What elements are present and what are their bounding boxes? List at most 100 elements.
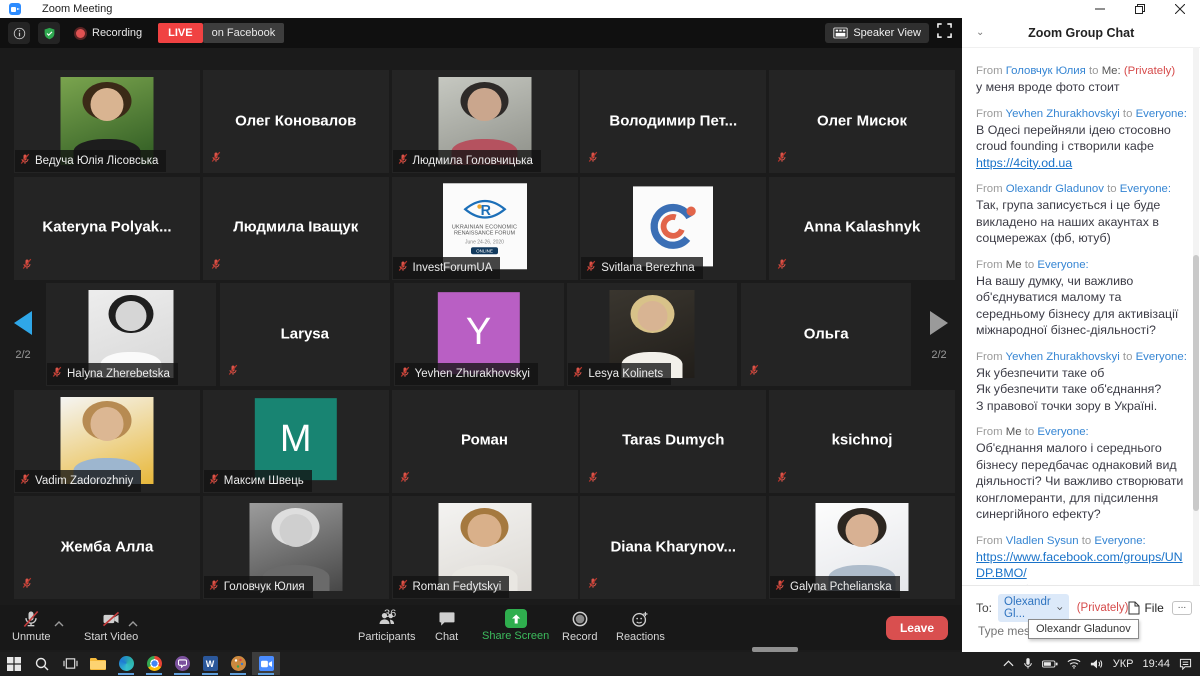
- unmute-button[interactable]: Unmute: [12, 609, 51, 643]
- chat-button[interactable]: Chat: [435, 609, 458, 643]
- participant-tile[interactable]: Жемба Алла: [14, 496, 200, 599]
- participant-tile[interactable]: Роман: [392, 390, 578, 493]
- participant-tile[interactable]: Ольга: [741, 283, 911, 386]
- word-icon[interactable]: W: [196, 652, 224, 675]
- palette-app-icon[interactable]: [224, 652, 252, 675]
- sender-name: Головчук Юлия: [1006, 65, 1086, 77]
- participant-name: Diana Kharynov...: [580, 538, 766, 555]
- participant-tile[interactable]: Halyna Zherebetska: [46, 283, 216, 386]
- muted-mic-icon: [748, 363, 760, 381]
- encryption-shield-icon[interactable]: [38, 22, 60, 44]
- tray-battery-icon[interactable]: [1042, 659, 1058, 669]
- participant-tile[interactable]: Олег Мисюк: [769, 70, 955, 173]
- reactions-button[interactable]: Reactions: [616, 609, 665, 643]
- tray-wifi-icon[interactable]: [1067, 658, 1081, 669]
- file-button[interactable]: File: [1128, 601, 1163, 615]
- chat-message-line: у меня вроде фото стоит: [976, 79, 1189, 96]
- participant-tile[interactable]: Diana Kharynov...: [580, 496, 766, 599]
- action-center-icon[interactable]: [1179, 658, 1192, 670]
- language-indicator[interactable]: УКР: [1113, 658, 1134, 670]
- tray-expand-icon[interactable]: [1003, 660, 1014, 667]
- privately-tag: (Privately): [1124, 65, 1175, 77]
- chat-link[interactable]: https://4city.od.ua: [976, 156, 1072, 170]
- search-icon[interactable]: [28, 652, 56, 675]
- participant-name: Людмила Головчицька: [413, 155, 533, 167]
- restore-button[interactable]: [1120, 0, 1160, 18]
- muted-mic-icon: [227, 363, 239, 381]
- participant-tile[interactable]: RUKRAINIAN ECONOMICRENAISSANCE FORUMJune…: [392, 177, 578, 280]
- participant-tile[interactable]: Vadim Zadorozhniy: [14, 390, 200, 493]
- chat-message-line: Об'єднання малого і середнього бізнесу п…: [976, 440, 1189, 523]
- chat-title: Zoom Group Chat: [984, 26, 1178, 40]
- recipient-dropdown[interactable]: Olexandr Gl...: [998, 594, 1069, 622]
- photo-face: [90, 88, 123, 121]
- muted-mic-icon: [208, 472, 220, 490]
- chat-scrollbar[interactable]: [1193, 47, 1199, 603]
- chat-text: З правової точки зору в Україні.: [976, 399, 1157, 413]
- participant-tile[interactable]: Людмила Головчицька: [392, 70, 578, 173]
- audio-options-caret[interactable]: [54, 614, 64, 632]
- chat-message-header: From Vladlen Sysun to Everyone:: [976, 534, 1189, 549]
- chat-scrollbar-thumb[interactable]: [1193, 255, 1199, 511]
- more-options-button[interactable]: ...: [1172, 601, 1192, 615]
- photo-face: [279, 514, 312, 547]
- participant-tile[interactable]: Ведуча Юлія Лісовська: [14, 70, 200, 173]
- participant-tile[interactable]: Larysa: [220, 283, 390, 386]
- zoom-taskbar-icon[interactable]: [252, 652, 280, 675]
- tray-mic-icon[interactable]: [1023, 657, 1033, 670]
- camera-off-icon: [100, 609, 122, 629]
- zoom-app-window: Zoom Meeting Recording LIVE on Facebook …: [0, 0, 1200, 675]
- photo-face: [468, 88, 501, 121]
- record-button[interactable]: Record: [562, 609, 597, 643]
- participants-button[interactable]: 36 Participants: [358, 609, 415, 643]
- chat-message-header: From Yevhen Zhurakhovskyi to Everyone:: [976, 107, 1189, 122]
- chat-message-line: https://www.facebook.com/groups/UNDP.BMO…: [976, 549, 1189, 582]
- chat-link[interactable]: https://www.facebook.com/groups/UNDP.BMO…: [976, 550, 1183, 581]
- sender-name: Yevhen Zhurakhovskyi: [1006, 108, 1120, 120]
- speaker-view-button[interactable]: Speaker View: [825, 23, 929, 43]
- leave-button[interactable]: Leave: [886, 616, 948, 640]
- participant-tile[interactable]: Galyna Pchelianska: [769, 496, 955, 599]
- fullscreen-icon[interactable]: [937, 23, 952, 43]
- participant-name: Roman Fedytskyi: [413, 581, 502, 593]
- participant-tile[interactable]: Kateryna Polyak...: [14, 177, 200, 280]
- participant-tile[interactable]: Людмила Іващук: [203, 177, 389, 280]
- clock[interactable]: 19:44: [1142, 658, 1170, 670]
- participant-tile[interactable]: Roman Fedytskyi: [392, 496, 578, 599]
- participant-tile[interactable]: YYevhen Zhurakhovskyi: [394, 283, 564, 386]
- previous-page-button[interactable]: 2/2: [0, 283, 46, 386]
- share-screen-button[interactable]: Share Screen: [482, 609, 549, 642]
- participant-tile[interactable]: ksichnoj: [769, 390, 955, 493]
- participant-tile[interactable]: Олег Коновалов: [203, 70, 389, 173]
- participant-name: Людмила Іващук: [203, 219, 389, 236]
- task-view-icon[interactable]: [56, 652, 84, 675]
- chevron-down-icon: [1057, 606, 1063, 611]
- viber-icon[interactable]: [168, 652, 196, 675]
- participant-name: Halyna Zherebetska: [67, 368, 170, 380]
- recipient-name: Everyone:: [1136, 108, 1187, 120]
- meeting-area: Recording LIVE on Facebook Speaker View …: [0, 18, 962, 652]
- participant-tile[interactable]: Володимир Пет...: [580, 70, 766, 173]
- chevron-down-icon[interactable]: ⌄: [976, 27, 984, 38]
- edge-browser-icon[interactable]: [112, 652, 140, 675]
- close-button[interactable]: [1160, 0, 1200, 18]
- participant-tile[interactable]: Svitlana Berezhna: [580, 177, 766, 280]
- tray-volume-icon[interactable]: [1090, 658, 1104, 670]
- participant-tile[interactable]: MМаксим Швець: [203, 390, 389, 493]
- participant-name: Taras Dumych: [580, 432, 766, 449]
- next-page-button[interactable]: 2/2: [916, 283, 962, 386]
- participant-tile[interactable]: Taras Dumych: [580, 390, 766, 493]
- start-button[interactable]: [0, 652, 28, 675]
- participant-tile[interactable]: Головчук Юлия: [203, 496, 389, 599]
- video-options-caret[interactable]: [128, 614, 138, 632]
- chat-message-line: В Одесі перейняли ідею стосовно croud fo…: [976, 122, 1189, 155]
- chat-message: From Yevhen Zhurakhovskyi to Everyone:В …: [976, 107, 1189, 172]
- info-icon[interactable]: [8, 22, 30, 44]
- participant-tile[interactable]: Anna Kalashnyk: [769, 177, 955, 280]
- minimize-button[interactable]: [1080, 0, 1120, 18]
- file-explorer-icon[interactable]: [84, 652, 112, 675]
- participant-tile[interactable]: Lesya Kolinets: [567, 283, 737, 386]
- chat-text: На вашу думку, чи важливо об'єднуватися …: [976, 274, 1178, 338]
- chrome-browser-icon[interactable]: [140, 652, 168, 675]
- recording-indicator: Recording: [76, 27, 142, 39]
